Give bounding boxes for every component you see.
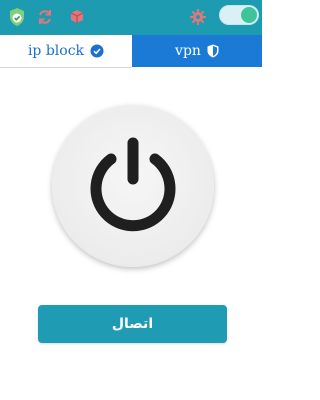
shield-icon bbox=[207, 44, 219, 58]
gear-icon[interactable] bbox=[188, 7, 208, 27]
power-button[interactable] bbox=[52, 105, 214, 267]
tab-vpn-label: vpn bbox=[175, 43, 201, 59]
box-icon[interactable] bbox=[67, 7, 87, 27]
tab-ip-block[interactable]: ip block bbox=[0, 35, 132, 68]
vpn-toggle-switch[interactable] bbox=[219, 5, 259, 25]
power-icon bbox=[90, 137, 176, 232]
tab-bar: ip block vpn bbox=[0, 35, 262, 68]
connect-button[interactable]: اتصال bbox=[38, 305, 227, 343]
check-circle-icon bbox=[90, 44, 104, 58]
toggle-knob bbox=[241, 7, 257, 23]
connect-button-label: اتصال bbox=[111, 316, 154, 332]
shield-check-icon[interactable] bbox=[7, 7, 27, 27]
tab-ip-block-label: ip block bbox=[27, 43, 85, 59]
top-bar bbox=[0, 0, 262, 35]
tab-vpn[interactable]: vpn bbox=[132, 35, 262, 67]
refresh-icon[interactable] bbox=[35, 7, 55, 27]
